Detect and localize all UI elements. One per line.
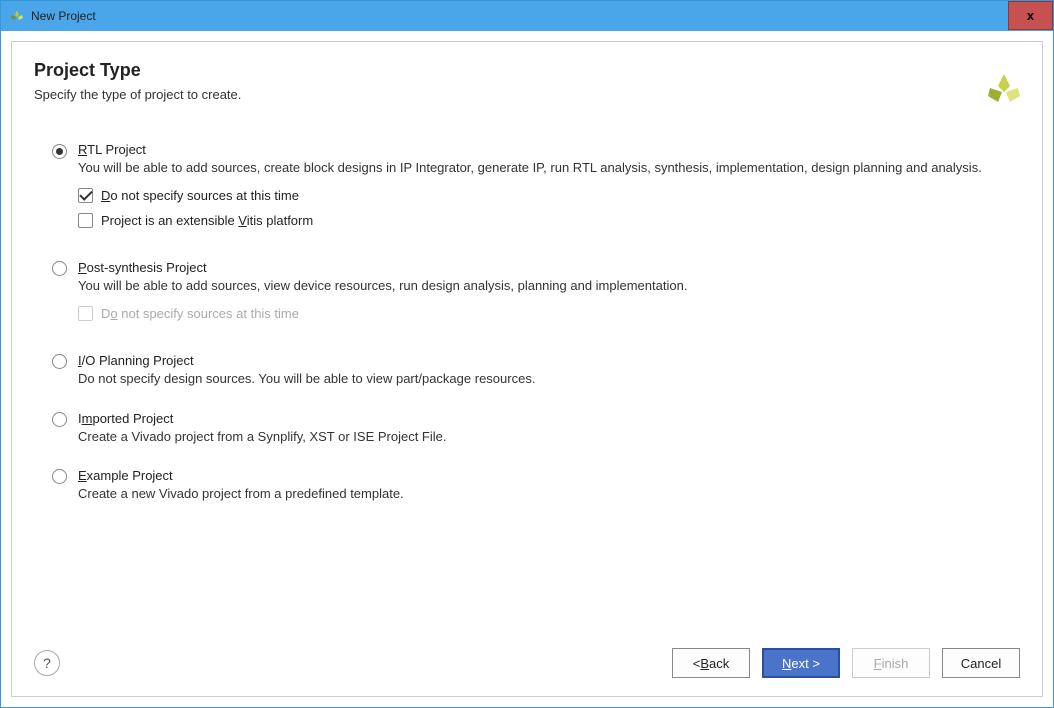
option-io-planning: I/O Planning Project Do not specify desi…	[52, 353, 1002, 389]
checkbox-post-do-not-specify	[78, 306, 93, 321]
checkbox-vitis-platform[interactable]	[78, 213, 93, 228]
option-imported-desc: Create a Vivado project from a Synplify,…	[78, 428, 1002, 447]
header-block: Project Type Specify the type of project…	[12, 42, 1042, 112]
option-rtl-title: RTL Project	[78, 142, 1002, 157]
option-io-desc: Do not specify design sources. You will …	[78, 370, 1002, 389]
check-do-not-specify-sources-label: Do not specify sources at this time	[101, 188, 299, 203]
page-subtitle: Specify the type of project to create.	[34, 87, 1020, 102]
option-example-title: Example Project	[78, 468, 1002, 483]
vivado-logo-icon	[984, 70, 1024, 113]
page-title: Project Type	[34, 60, 1020, 81]
window-title: New Project	[31, 9, 96, 23]
back-button[interactable]: < Back	[672, 648, 750, 678]
cancel-button[interactable]: Cancel	[942, 648, 1020, 678]
option-example: Example Project Create a new Vivado proj…	[52, 468, 1002, 504]
option-rtl-desc: You will be able to add sources, create …	[78, 159, 1002, 178]
check-do-not-specify-sources: Do not specify sources at this time	[78, 188, 1002, 203]
option-imported: Imported Project Create a Vivado project…	[52, 411, 1002, 447]
option-post-desc: You will be able to add sources, view de…	[78, 277, 1002, 296]
option-rtl-project: RTL Project You will be able to add sour…	[52, 142, 1002, 238]
new-project-window: New Project x Project Type Specify the t…	[0, 0, 1054, 708]
check-vitis-platform-label: Project is an extensible Vitis platform	[101, 213, 313, 228]
check-post-do-not-specify-label: Do not specify sources at this time	[101, 306, 299, 321]
option-io-title: I/O Planning Project	[78, 353, 1002, 368]
radio-imported[interactable]	[52, 412, 67, 427]
next-button[interactable]: Next >	[762, 648, 840, 678]
close-button[interactable]: x	[1008, 1, 1053, 30]
option-post-title: Post-synthesis Project	[78, 260, 1002, 275]
radio-example[interactable]	[52, 469, 67, 484]
check-post-do-not-specify: Do not specify sources at this time	[78, 306, 1002, 321]
radio-io-planning[interactable]	[52, 354, 67, 369]
help-icon: ?	[43, 655, 51, 671]
titlebar: New Project x	[1, 1, 1053, 31]
app-icon	[9, 8, 25, 24]
close-icon: x	[1027, 8, 1034, 23]
option-post-synthesis: Post-synthesis Project You will be able …	[52, 260, 1002, 331]
check-vitis-platform: Project is an extensible Vitis platform	[78, 213, 1002, 228]
footer: ? < Back Next > Finish Cancel	[12, 634, 1042, 696]
radio-rtl-project[interactable]	[52, 144, 67, 159]
radio-post-synthesis[interactable]	[52, 261, 67, 276]
option-example-desc: Create a new Vivado project from a prede…	[78, 485, 1002, 504]
checkbox-do-not-specify-sources[interactable]	[78, 188, 93, 203]
option-imported-title: Imported Project	[78, 411, 1002, 426]
help-button[interactable]: ?	[34, 650, 60, 676]
content-panel: Project Type Specify the type of project…	[11, 41, 1043, 697]
options-area: RTL Project You will be able to add sour…	[12, 112, 1042, 634]
finish-button: Finish	[852, 648, 930, 678]
